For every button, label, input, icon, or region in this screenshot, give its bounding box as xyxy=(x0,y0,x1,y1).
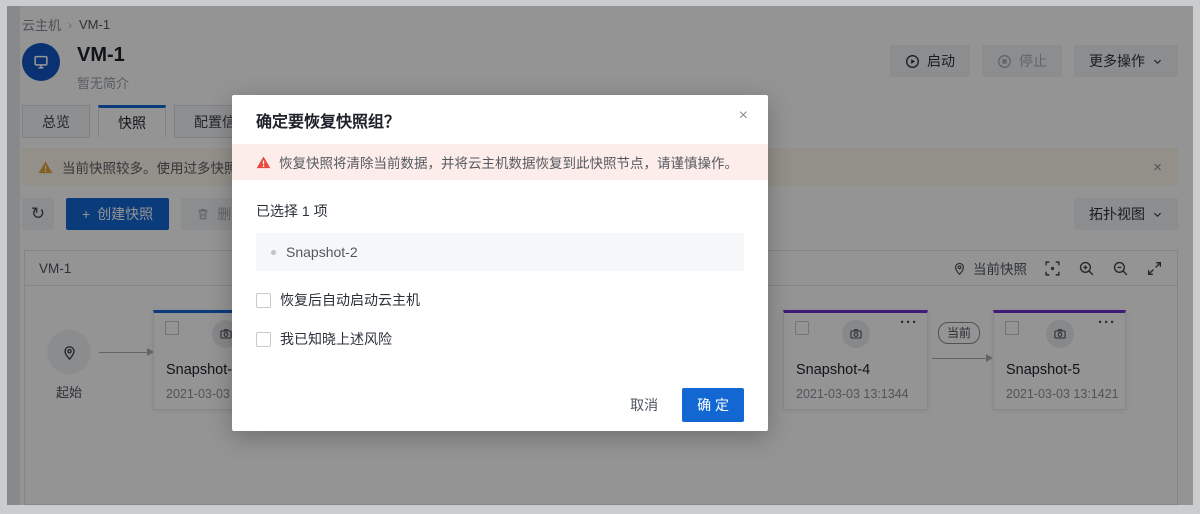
bullet-icon xyxy=(271,250,276,255)
autostart-checkbox-row[interactable]: 恢复后自动启动云主机 xyxy=(256,290,744,310)
dialog-close-icon[interactable]: × xyxy=(739,108,748,124)
risk-checkbox[interactable] xyxy=(256,332,271,347)
risk-checkbox-label: 我已知晓上述风险 xyxy=(280,329,392,349)
restore-snapshot-dialog: 确定要恢复快照组？ × 恢复快照将清除当前数据，并将云主机数据恢复到此快照节点，… xyxy=(232,95,768,431)
dialog-footer: 取消 确 定 xyxy=(614,388,744,422)
dialog-body: 已选择 1 项 Snapshot-2 恢复后自动启动云主机 我已知晓上述风险 xyxy=(232,180,768,349)
dialog-alert: 恢复快照将清除当前数据，并将云主机数据恢复到此快照节点，请谨慎操作。 xyxy=(232,144,768,180)
cancel-button[interactable]: 取消 xyxy=(614,388,674,422)
confirm-button[interactable]: 确 定 xyxy=(682,388,744,422)
risk-checkbox-row[interactable]: 我已知晓上述风险 xyxy=(256,329,744,349)
dialog-alert-text: 恢复快照将清除当前数据，并将云主机数据恢复到此快照节点，请谨慎操作。 xyxy=(279,152,738,172)
autostart-checkbox[interactable] xyxy=(256,293,271,308)
selected-item-box: Snapshot-2 xyxy=(256,233,744,271)
dialog-title: 确定要恢复快照组？ xyxy=(256,108,744,132)
autostart-checkbox-label: 恢复后自动启动云主机 xyxy=(280,290,420,310)
alert-triangle-icon xyxy=(256,155,271,170)
dialog-header: 确定要恢复快照组？ × xyxy=(232,95,768,144)
selected-count-label: 已选择 1 项 xyxy=(256,201,744,221)
selected-snapshot-name: Snapshot-2 xyxy=(286,244,358,260)
